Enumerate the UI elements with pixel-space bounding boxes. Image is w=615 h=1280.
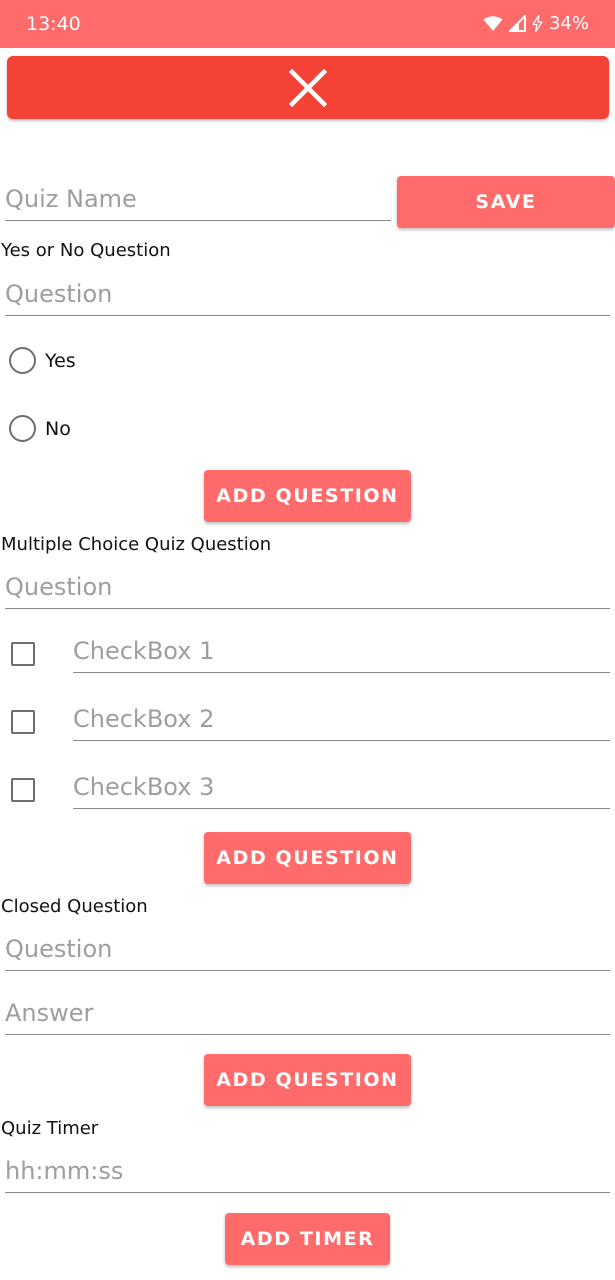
- checkbox-2[interactable]: [11, 710, 35, 734]
- multiple-choice-question-input[interactable]: Question: [5, 563, 610, 609]
- checkbox-2-placeholder: CheckBox 2: [73, 705, 215, 733]
- add-multiple-choice-question-button[interactable]: ADD QUESTION: [204, 832, 411, 884]
- yes-no-section-title: Yes or No Question: [1, 240, 171, 261]
- checkbox-1-placeholder: CheckBox 1: [73, 637, 215, 665]
- add-closed-question-button[interactable]: ADD QUESTION: [204, 1054, 411, 1106]
- closed-answer-placeholder: Answer: [5, 999, 94, 1027]
- status-bar: 13:40 34%: [0, 0, 615, 48]
- battery-percentage: 34%: [548, 13, 589, 34]
- save-button[interactable]: SAVE: [397, 176, 615, 228]
- cellular-signal-icon: [508, 15, 526, 32]
- checkbox-1-input[interactable]: CheckBox 1: [73, 628, 610, 673]
- quiz-name-placeholder: Quiz Name: [5, 185, 137, 213]
- status-time: 13:40: [26, 13, 81, 35]
- quiz-name-input[interactable]: Quiz Name: [5, 175, 391, 221]
- checkbox-2-input[interactable]: CheckBox 2: [73, 696, 610, 741]
- multiple-choice-question-placeholder: Question: [5, 573, 113, 601]
- status-icons: 34%: [483, 13, 589, 34]
- yes-no-question-input[interactable]: Question: [5, 270, 610, 316]
- add-timer-button[interactable]: ADD TIMER: [225, 1213, 390, 1265]
- closed-question-placeholder: Question: [5, 935, 113, 963]
- checkbox-3[interactable]: [11, 778, 35, 802]
- radio-yes[interactable]: [9, 347, 36, 374]
- add-yes-no-question-button[interactable]: ADD QUESTION: [204, 470, 411, 522]
- radio-no[interactable]: [9, 415, 36, 442]
- checkbox-1[interactable]: [11, 642, 35, 666]
- checkbox-3-placeholder: CheckBox 3: [73, 773, 215, 801]
- quiz-timer-input[interactable]: hh:mm:ss: [5, 1147, 610, 1193]
- wifi-icon: [483, 15, 503, 31]
- charging-icon: [532, 15, 543, 32]
- yes-no-question-placeholder: Question: [5, 280, 113, 308]
- checkbox-3-input[interactable]: CheckBox 3: [73, 764, 610, 809]
- close-button[interactable]: [7, 56, 609, 119]
- radio-yes-label: Yes: [45, 350, 76, 372]
- close-icon: [289, 68, 327, 107]
- quiz-timer-placeholder: hh:mm:ss: [5, 1157, 124, 1185]
- quiz-timer-section-title: Quiz Timer: [1, 1118, 99, 1139]
- radio-no-label: No: [45, 418, 71, 440]
- closed-question-section-title: Closed Question: [1, 896, 148, 917]
- multiple-choice-section-title: Multiple Choice Quiz Question: [1, 534, 272, 555]
- closed-answer-input[interactable]: Answer: [5, 989, 610, 1035]
- closed-question-input[interactable]: Question: [5, 925, 610, 971]
